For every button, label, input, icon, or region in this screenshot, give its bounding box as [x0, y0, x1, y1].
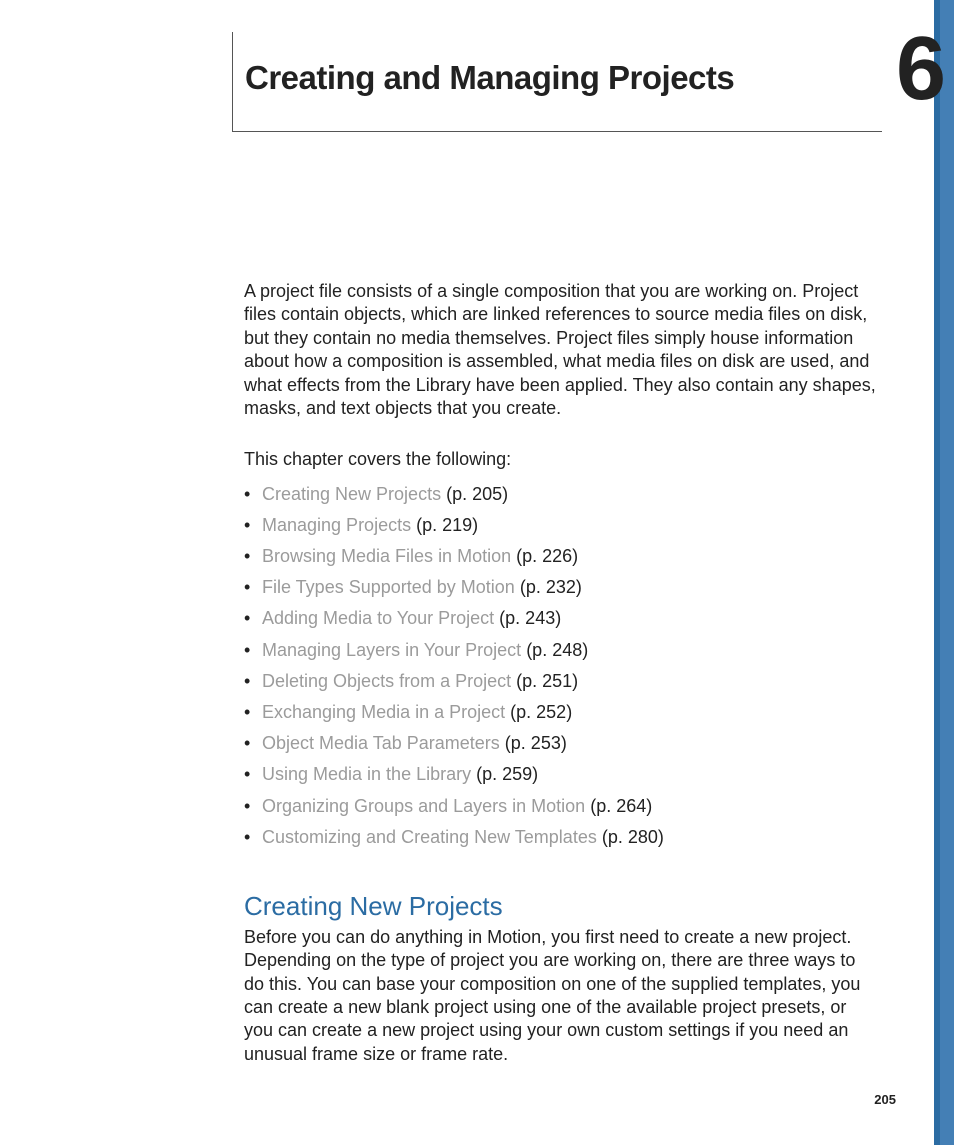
toc-item: Adding Media to Your Project (p. 243) — [244, 606, 876, 631]
page-number: 205 — [874, 1092, 896, 1107]
toc-item: Deleting Objects from a Project (p. 251) — [244, 669, 876, 694]
toc-page: (p. 251) — [516, 671, 578, 691]
intro-paragraph: A project file consists of a single comp… — [244, 280, 876, 420]
toc-page: (p. 226) — [516, 546, 578, 566]
toc-link-organizing-groups[interactable]: Organizing Groups and Layers in Motion — [262, 796, 585, 816]
toc-page: (p. 264) — [590, 796, 652, 816]
toc-page: (p. 253) — [505, 733, 567, 753]
toc-page: (p. 280) — [602, 827, 664, 847]
toc-item: Browsing Media Files in Motion (p. 226) — [244, 544, 876, 569]
toc-item: Using Media in the Library (p. 259) — [244, 762, 876, 787]
toc-item: Exchanging Media in a Project (p. 252) — [244, 700, 876, 725]
chapter-number: 6 — [896, 24, 944, 114]
page-body: A project file consists of a single comp… — [244, 280, 876, 1066]
section-heading: Creating New Projects — [244, 890, 876, 924]
toc-page: (p. 219) — [416, 515, 478, 535]
toc-item: Organizing Groups and Layers in Motion (… — [244, 794, 876, 819]
toc-item: File Types Supported by Motion (p. 232) — [244, 575, 876, 600]
toc-item: Customizing and Creating New Templates (… — [244, 825, 876, 850]
toc-item: Managing Projects (p. 219) — [244, 513, 876, 538]
toc-link-deleting-objects[interactable]: Deleting Objects from a Project — [262, 671, 511, 691]
toc-link-file-types-supported[interactable]: File Types Supported by Motion — [262, 577, 515, 597]
toc-link-using-media-library[interactable]: Using Media in the Library — [262, 764, 471, 784]
toc-page: (p. 252) — [510, 702, 572, 722]
toc-page: (p. 232) — [520, 577, 582, 597]
toc-link-object-media-tab[interactable]: Object Media Tab Parameters — [262, 733, 500, 753]
covers-line: This chapter covers the following: — [244, 448, 876, 471]
toc-link-exchanging-media[interactable]: Exchanging Media in a Project — [262, 702, 505, 722]
toc-item: Creating New Projects (p. 205) — [244, 482, 876, 507]
chapter-header: Creating and Managing Projects — [232, 32, 882, 132]
page: 6 Creating and Managing Projects A proje… — [0, 0, 954, 1145]
chapter-title: Creating and Managing Projects — [245, 32, 882, 96]
toc-list: Creating New Projects (p. 205) Managing … — [244, 482, 876, 850]
toc-link-creating-new-projects[interactable]: Creating New Projects — [262, 484, 441, 504]
toc-page: (p. 205) — [446, 484, 508, 504]
side-color-strip-inner — [940, 0, 954, 1145]
toc-link-customizing-templates[interactable]: Customizing and Creating New Templates — [262, 827, 597, 847]
section-body: Before you can do anything in Motion, yo… — [244, 926, 876, 1066]
toc-link-managing-projects[interactable]: Managing Projects — [262, 515, 411, 535]
toc-link-browsing-media-files[interactable]: Browsing Media Files in Motion — [262, 546, 511, 566]
toc-item: Managing Layers in Your Project (p. 248) — [244, 638, 876, 663]
toc-link-managing-layers[interactable]: Managing Layers in Your Project — [262, 640, 521, 660]
toc-item: Object Media Tab Parameters (p. 253) — [244, 731, 876, 756]
toc-link-adding-media[interactable]: Adding Media to Your Project — [262, 608, 494, 628]
toc-page: (p. 248) — [526, 640, 588, 660]
toc-page: (p. 243) — [499, 608, 561, 628]
toc-page: (p. 259) — [476, 764, 538, 784]
